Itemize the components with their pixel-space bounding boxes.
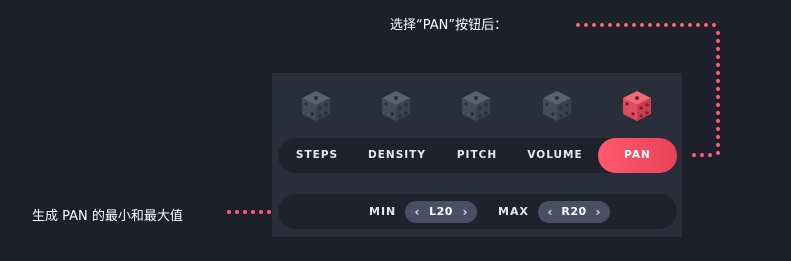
mode-button-density[interactable]: DENSITY xyxy=(362,138,432,173)
annotation-dot xyxy=(716,151,720,155)
dice-icon xyxy=(382,91,410,121)
chevron-right-icon[interactable]: › xyxy=(591,201,605,223)
max-value: R20 xyxy=(561,205,587,218)
annotation-dot xyxy=(640,23,644,27)
annotation-dot xyxy=(608,23,612,27)
annotation-dot xyxy=(696,23,700,27)
annotation-dot xyxy=(716,127,720,131)
dice-icon-active[interactable] xyxy=(620,89,654,123)
annotation-dot xyxy=(716,95,720,99)
annotation-dot xyxy=(656,23,660,27)
annotation-dot xyxy=(716,87,720,91)
annotation-dot xyxy=(716,79,720,83)
dice-icon[interactable] xyxy=(540,89,574,123)
annotation-dot xyxy=(672,23,676,27)
annotation-dot xyxy=(716,47,720,51)
annotation-dot xyxy=(664,23,668,27)
top-annotation: 选择“PAN”按钮后： xyxy=(390,18,508,33)
annotation-dot xyxy=(576,23,580,27)
annotation-dot xyxy=(624,23,628,27)
mode-button-pitch[interactable]: PITCH xyxy=(448,138,506,173)
min-stepper: ‹ L20 › xyxy=(405,201,477,223)
annotation-dot xyxy=(716,119,720,123)
annotation-dot xyxy=(708,153,712,157)
annotation-dot xyxy=(692,153,696,157)
annotation-dot xyxy=(716,55,720,59)
mode-button-steps[interactable]: STEPS xyxy=(286,138,348,173)
annotation-dot xyxy=(716,63,720,67)
annotation-dot xyxy=(716,39,720,43)
annotation-dot xyxy=(716,111,720,115)
max-label: MAX xyxy=(498,205,529,218)
annotation-dot xyxy=(267,210,271,214)
annotation-dot xyxy=(716,31,720,35)
annotation-dot xyxy=(616,23,620,27)
annotation-dot xyxy=(600,23,604,27)
annotation-dot xyxy=(716,71,720,75)
annotation-dot xyxy=(688,23,692,27)
annotation-dot xyxy=(592,23,596,27)
annotation-dot xyxy=(243,210,247,214)
chevron-right-icon[interactable]: › xyxy=(458,201,472,223)
annotation-dot xyxy=(716,135,720,139)
dice-icon[interactable] xyxy=(299,89,333,123)
annotation-dot xyxy=(632,23,636,27)
annotation-dot xyxy=(227,210,231,214)
max-stepper: ‹ R20 › xyxy=(538,201,610,223)
dice-icon xyxy=(543,91,571,121)
annotation-dot xyxy=(259,210,263,214)
annotation-dot xyxy=(680,23,684,27)
stage: 选择“PAN”按钮后： 生成 PAN 的最小和最大值 STEPS DENSITY… xyxy=(0,0,791,261)
dice-icon xyxy=(623,91,651,121)
range-controls xyxy=(278,194,677,229)
annotation-dot xyxy=(704,23,708,27)
annotation-dot xyxy=(648,23,652,27)
dice-icon xyxy=(462,91,490,121)
mode-button-volume[interactable]: VOLUME xyxy=(520,138,590,173)
annotation-dot xyxy=(716,143,720,147)
annotation-dot xyxy=(712,23,716,27)
dice-icon[interactable] xyxy=(379,89,413,123)
min-value: L20 xyxy=(429,205,453,218)
annotation-dot xyxy=(235,210,239,214)
left-annotation: 生成 PAN 的最小和最大值 xyxy=(32,209,183,224)
mode-button-pan[interactable]: PAN xyxy=(598,138,677,173)
annotation-dot xyxy=(251,210,255,214)
annotation-dot xyxy=(700,153,704,157)
min-label: MIN xyxy=(369,205,397,218)
dice-icon xyxy=(302,91,330,121)
annotation-dot xyxy=(716,103,720,107)
annotation-dot xyxy=(584,23,588,27)
dice-icon[interactable] xyxy=(459,89,493,123)
